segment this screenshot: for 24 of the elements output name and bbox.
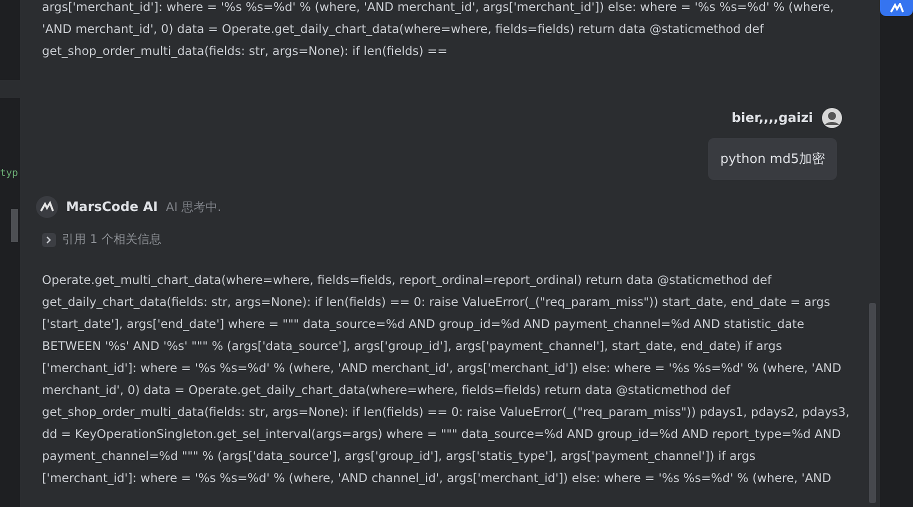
answer-text-line: ['merchant_id']: where = '%s %s=%d' % (where, 'AND channel_id', args['merchant_id']) else: where = '%s %s=%d' % (where, 'AND	[42, 470, 832, 487]
answer-text-line: merchant_id', 0) data = Operate.get_daily_chart_data(where=where, fields=fields) return data @staticmethod def	[42, 382, 732, 399]
answer-text-line: 'AND merchant_id', 0) data = Operate.get_daily_chart_data(where=where, fields=fields) return data @staticmethod def	[42, 21, 765, 38]
answer-text-line: BETWEEN '%s' AND '%s' """ % (args['data_source'], args['group_id'], args['payment_channel'], start_date, end_date) if args	[42, 338, 783, 355]
answer-text-line: Operate.get_multi_chart_data(where=where, fields=fields, report_ordinal=report_ordinal) return data @staticmethod def	[42, 272, 773, 289]
user-message: python md5加密	[708, 138, 837, 180]
answer-text-line: get_daily_chart_data(fields: str, args=None): if len(fields) == 0: raise ValueError(_("req_param_miss")) start_date, end_date = args	[42, 294, 832, 311]
answer-text-line: dd = KeyOperationSingleton.get_sel_interval(args=args) where = """ data_source=%d AND group_id=%d AND report_type=%d AND	[42, 426, 842, 443]
reference-toggle[interactable]: 引用 1 个相关信息	[20, 230, 168, 249]
answer-text-line: get_shop_order_multi_data(fields: str, args=None): if len(fields) == 0: raise ValueError(_("req_param_miss")) pdays1, pdays2, pdays3,	[42, 404, 850, 421]
code-text: typ	[0, 168, 18, 179]
logo-icon	[36, 196, 58, 218]
app-logo-icon[interactable]	[880, 0, 913, 16]
answer-text-line: payment_channel=%d """ % (args['data_source'], args['group_id'], args['statis_type'], args['payment_channel']) if args	[42, 448, 756, 465]
answer-text-line: get_shop_order_multi_data(fields: str, args=None): if len(fields) ==	[42, 43, 448, 60]
avatar-icon	[822, 108, 842, 128]
status-text: AI 思考中.	[166, 198, 222, 216]
assistant-name: MarsCode AI	[66, 200, 158, 214]
answer-text-line: args['merchant_id']: where = '%s %s=%d' % (where, 'AND merchant_id', args['merchant_id']) else: where = '%s %s=%d' % (where,	[42, 0, 835, 16]
scrollbar[interactable]	[869, 303, 876, 503]
answer-text-line: ['merchant_id']: where = '%s %s=%d' % (where, 'AND merchant_id', args['merchant_id']) else: where = '%s %s=%d' % (where, 'AND	[42, 360, 842, 377]
user-name: bier,,,,gaizi	[732, 110, 813, 126]
scrollbar[interactable]	[11, 209, 18, 242]
answer-text-line: ['start_date'], args['end_date'] where = """ data_source=%d AND group_id=%d AND payment_channel=%d AND statistic_date	[42, 316, 806, 333]
